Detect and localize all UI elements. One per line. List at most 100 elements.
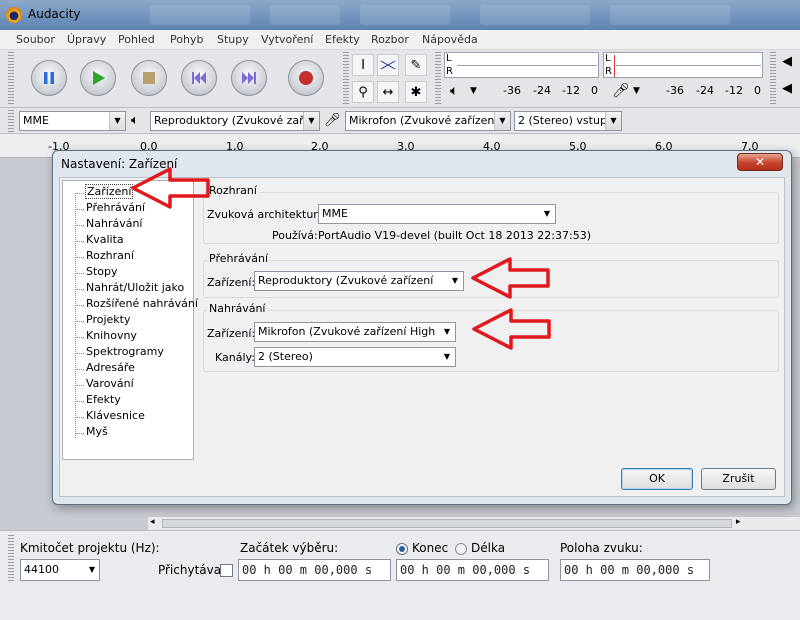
play-button[interactable] (80, 60, 116, 96)
horizontal-scrollbar[interactable]: ◂ ▸ (148, 516, 800, 530)
tree-item[interactable]: Rozšířené nahrávání (86, 297, 198, 310)
menu-efekty[interactable]: Efekty (325, 33, 360, 46)
chevron-down-icon: ▼ (439, 323, 455, 341)
chevron-down-icon: ▼ (605, 112, 621, 130)
menu-pohled[interactable]: Pohled (118, 33, 155, 46)
tree-item[interactable]: Varování (86, 377, 134, 390)
toolbar-grip[interactable] (8, 52, 14, 106)
toolbar-grip[interactable] (770, 52, 776, 106)
selection-tool-icon[interactable]: I (352, 54, 374, 76)
pause-button[interactable] (31, 60, 67, 96)
chevron-down-icon[interactable]: ▼ (633, 86, 640, 96)
tree-item[interactable]: Spektrogramy (86, 345, 164, 358)
toolbar-grip[interactable] (343, 52, 349, 106)
tree-item[interactable]: Nahrát/Uložit jako (86, 281, 184, 294)
multi-tool-icon[interactable]: ✱ (405, 81, 427, 103)
length-radio[interactable] (455, 543, 467, 555)
meter-scale-tick: -24 (696, 84, 714, 97)
annotation-arrow-icon (471, 257, 550, 299)
selection-end-value: 00 h 00 m 00,000 s (400, 563, 531, 577)
meter-divider (457, 65, 597, 66)
tree-item[interactable]: Rozhraní (86, 249, 134, 262)
meter-scale-tick: 0 (754, 84, 761, 97)
scroll-right-icon[interactable]: ▸ (736, 517, 741, 527)
chevron-down-icon[interactable]: ▼ (470, 86, 477, 96)
playback-device-select[interactable]: Reproduktory (Zvukové zařízení ▼ (254, 271, 464, 291)
uses-label: Používá: (272, 229, 318, 242)
menu-napoveda[interactable]: Nápověda (422, 33, 478, 46)
cancel-button[interactable]: Zrušit (701, 468, 776, 490)
chevron-down-icon: ▼ (303, 112, 319, 130)
menu-pohyb[interactable]: Pohyb (170, 33, 203, 46)
playback-meter[interactable]: L R (444, 52, 599, 78)
tree-connector (76, 289, 84, 290)
ok-button[interactable]: OK (621, 468, 693, 490)
speaker-volume-icon: ◀ (782, 54, 792, 69)
scroll-left-icon[interactable]: ◂ (150, 517, 155, 527)
taskbar-ghost-icon (150, 5, 250, 25)
envelope-tool-icon[interactable] (377, 54, 399, 76)
end-radio[interactable] (396, 543, 408, 555)
tree-connector (76, 209, 84, 210)
audio-host-select[interactable]: MME ▼ (19, 111, 126, 131)
tree-item[interactable]: Kvalita (86, 233, 124, 246)
tree-item[interactable]: Projekty (86, 313, 130, 326)
tree-item[interactable]: Adresáře (86, 361, 135, 374)
tree-item[interactable]: Nahrávání (86, 217, 142, 230)
snap-checkbox[interactable] (220, 564, 233, 577)
tree-item[interactable]: Klávesnice (86, 409, 145, 422)
menu-bar: Soubor Úpravy Pohled Pohyb Stupy Vytvoře… (0, 30, 800, 50)
recording-meter[interactable]: L R (603, 52, 763, 78)
tree-item[interactable]: Knihovny (86, 329, 137, 342)
input-channels-select[interactable]: 2 (Stereo) vstupn ▼ (514, 111, 622, 131)
toolbar-grip[interactable] (435, 52, 441, 106)
recording-device-label: Zařízení: (207, 327, 256, 340)
channels-select[interactable]: 2 (Stereo) ▼ (254, 347, 456, 367)
menu-rozbor[interactable]: Rozbor (371, 33, 409, 46)
output-device-select[interactable]: Reproduktory (Zvukové zaříze ▼ (150, 111, 320, 131)
toolbar-grip[interactable] (8, 535, 14, 581)
skip-start-icon (182, 61, 216, 95)
meter-scale-tick: 0 (591, 84, 598, 97)
timeshift-tool-icon[interactable]: ↔ (377, 81, 399, 103)
menu-upravy[interactable]: Úpravy (67, 33, 106, 46)
menu-soubor[interactable]: Soubor (16, 33, 55, 46)
tree-item[interactable]: Efekty (86, 393, 121, 406)
selection-end-time[interactable]: 00 h 00 m 00,000 s (396, 559, 549, 581)
audio-position-time[interactable]: 00 h 00 m 00,000 s (560, 559, 710, 581)
host-value: MME (322, 207, 348, 220)
meter-scale-tick: -36 (503, 84, 521, 97)
tree-connector (76, 337, 84, 338)
window-title: Audacity (28, 7, 81, 21)
scrollbar-thumb[interactable] (162, 519, 732, 528)
stop-button[interactable] (131, 60, 167, 96)
tree-connector (76, 321, 84, 322)
chevron-down-icon: ▼ (439, 348, 455, 366)
menu-stupy[interactable]: Stupy (217, 33, 249, 46)
taskbar-ghost-icon (610, 5, 730, 25)
selection-start-time[interactable]: 00 h 00 m 00,000 s (238, 559, 391, 581)
selection-toolbar: Kmitočet projektu (Hz): 44100 ▼ Přichytá… (0, 530, 800, 620)
record-button[interactable] (288, 60, 324, 96)
recording-device-select[interactable]: Mikrofon (Zvukové zařízení High ▼ (254, 322, 456, 342)
audio-position-value: 00 h 00 m 00,000 s (564, 563, 695, 577)
input-device-select[interactable]: Mikrofon (Zvukové zařízení Hig ▼ (345, 111, 511, 131)
host-select[interactable]: MME ▼ (318, 204, 556, 224)
tree-item[interactable]: Zařízení (84, 184, 134, 199)
menu-vytvoreni[interactable]: Vytvoření (261, 33, 313, 46)
close-button[interactable]: ✕ (737, 153, 783, 171)
zoom-tool-icon[interactable]: ⚲ (352, 81, 374, 103)
meter-channel-label: L (446, 53, 452, 64)
skip-to-start-button[interactable] (181, 60, 217, 96)
draw-tool-icon[interactable]: ✎ (405, 54, 427, 76)
snap-label: Přichytávat (158, 563, 226, 577)
tree-item[interactable]: Myš (86, 425, 108, 438)
annotation-arrow-icon (131, 167, 210, 209)
record-icon (289, 61, 323, 95)
playback-device-label: Zařízení: (207, 276, 256, 289)
tree-item[interactable]: Stopy (86, 265, 118, 278)
toolbar-grip[interactable] (8, 110, 14, 132)
skip-to-end-button[interactable] (231, 60, 267, 96)
meter-scale-tick: -24 (533, 84, 551, 97)
project-rate-select[interactable]: 44100 ▼ (20, 559, 100, 581)
